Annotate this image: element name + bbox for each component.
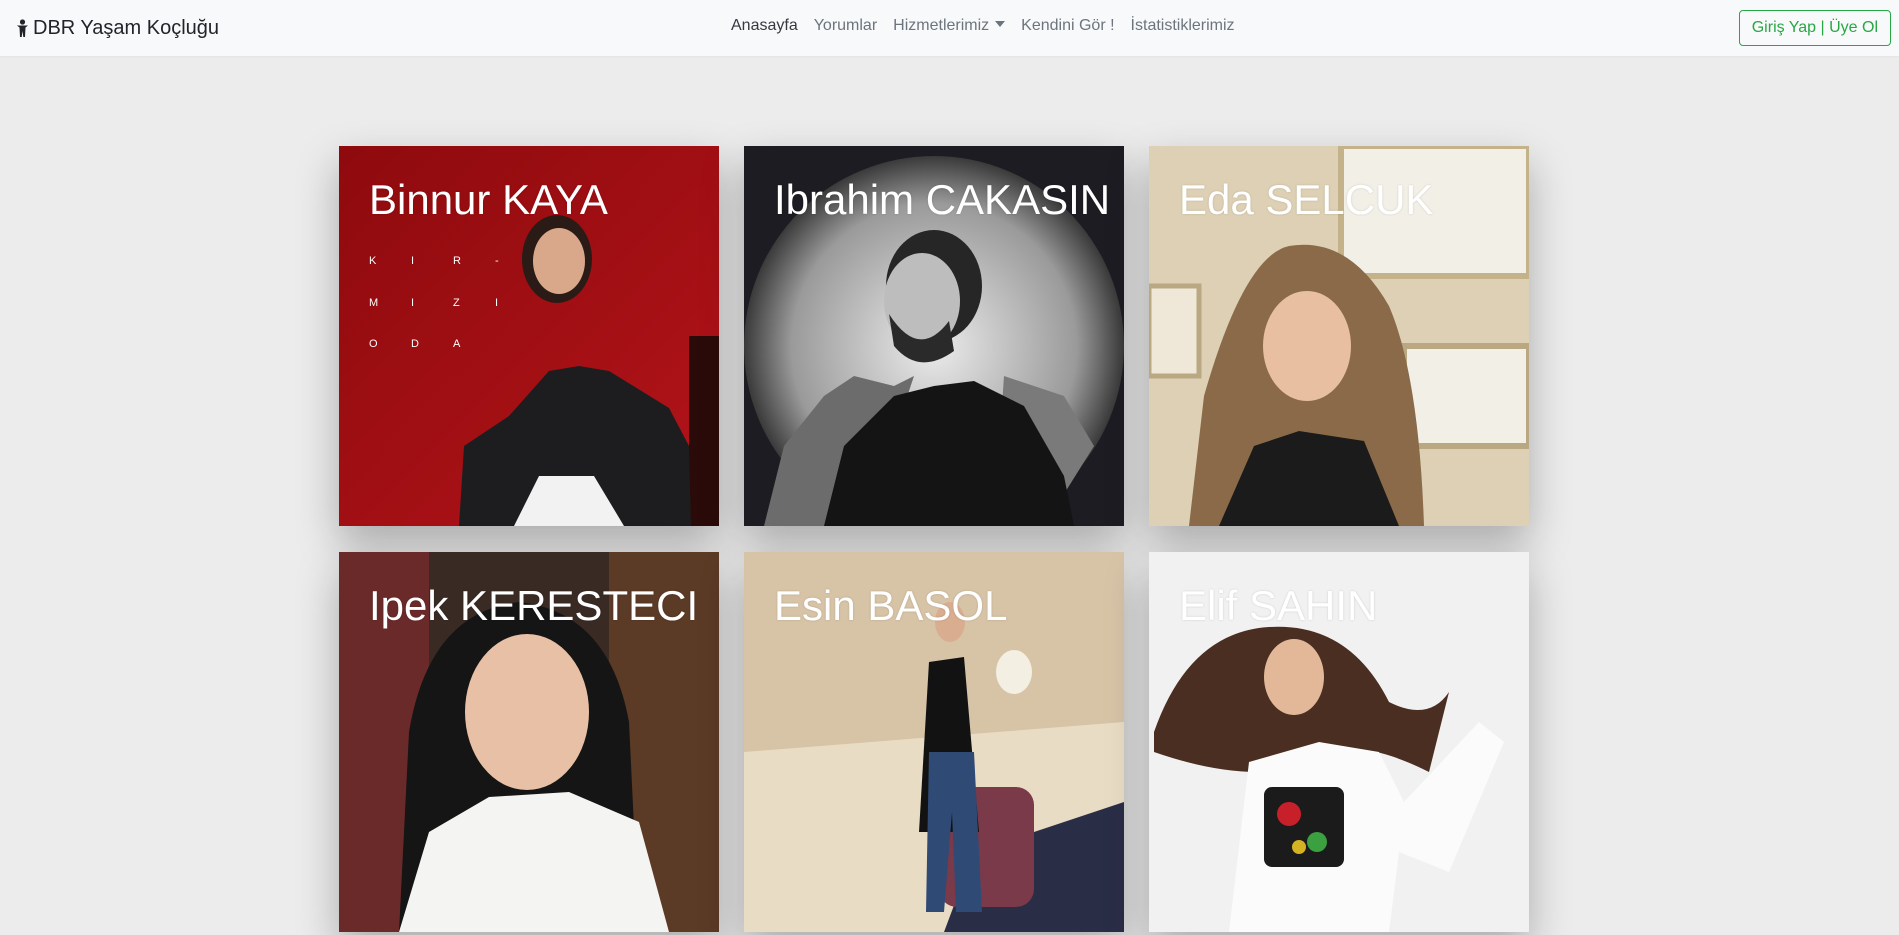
coach-card[interactable]: Eda SELCUK <box>1149 146 1529 526</box>
nav-item-hizmetlerimiz[interactable]: Hizmetlerimiz <box>893 17 1006 35</box>
coach-name: Ibrahim CAKASIN <box>774 176 1111 223</box>
login-signup-button[interactable]: Giriş Yap | Üye Ol <box>1738 10 1891 46</box>
coach-card[interactable]: Elif SAHIN <box>1149 552 1529 932</box>
main-nav: Anasayfa Yorumlar Hizmetlerimiz Kendini … <box>731 17 1235 35</box>
photo-letter: O <box>369 338 378 350</box>
chevron-down-icon <box>995 21 1006 27</box>
coach-name: Binnur KAYA <box>369 176 608 223</box>
photo-letter: Z <box>453 297 460 309</box>
coach-card[interactable]: K I R - M I Z I O D A Binnur KAYA <box>339 146 719 526</box>
nav-item-yorumlar[interactable]: Yorumlar <box>814 17 877 35</box>
photo-letter: R <box>453 255 461 267</box>
photo-letter: A <box>453 338 461 350</box>
coach-name: Ipek KERESTECI <box>369 582 699 629</box>
nav-item-hizmetlerimiz-label: Hizmetlerimiz <box>893 17 990 34</box>
coach-card[interactable]: Esin BASOL <box>744 552 1124 932</box>
brand-name: DBR Yaşam Koçluğu <box>33 16 220 39</box>
nav-item-istatistiklerimiz[interactable]: İstatistiklerimiz <box>1131 17 1235 35</box>
brand-link[interactable]: DBR Yaşam Koçluğu <box>16 15 219 41</box>
coach-card[interactable]: Ibrahim CAKASIN <box>744 146 1124 526</box>
photo-letter: K <box>369 255 377 267</box>
coach-grid: K I R - M I Z I O D A Binnur KAYA Ibrahi… <box>339 146 1529 932</box>
photo-letter: M <box>369 297 378 309</box>
coach-name: Eda SELCUK <box>1179 176 1434 223</box>
person-icon <box>17 19 28 37</box>
coach-name: Elif SAHIN <box>1179 582 1378 629</box>
photo-letter: - <box>495 255 499 267</box>
coach-card[interactable]: Ipek KERESTECI <box>339 552 719 932</box>
photo-letter: I <box>411 297 414 309</box>
photo-letter: I <box>411 255 414 267</box>
coach-name: Esin BASOL <box>774 582 1008 629</box>
photo-letter: D <box>411 338 419 350</box>
navbar: DBR Yaşam Koçluğu Anasayfa Yorumlar Hizm… <box>0 0 1899 56</box>
nav-item-kendini-gor[interactable]: Kendini Gör ! <box>1021 17 1114 35</box>
photo-letter: I <box>495 297 498 309</box>
nav-item-anasayfa[interactable]: Anasayfa <box>731 17 798 35</box>
